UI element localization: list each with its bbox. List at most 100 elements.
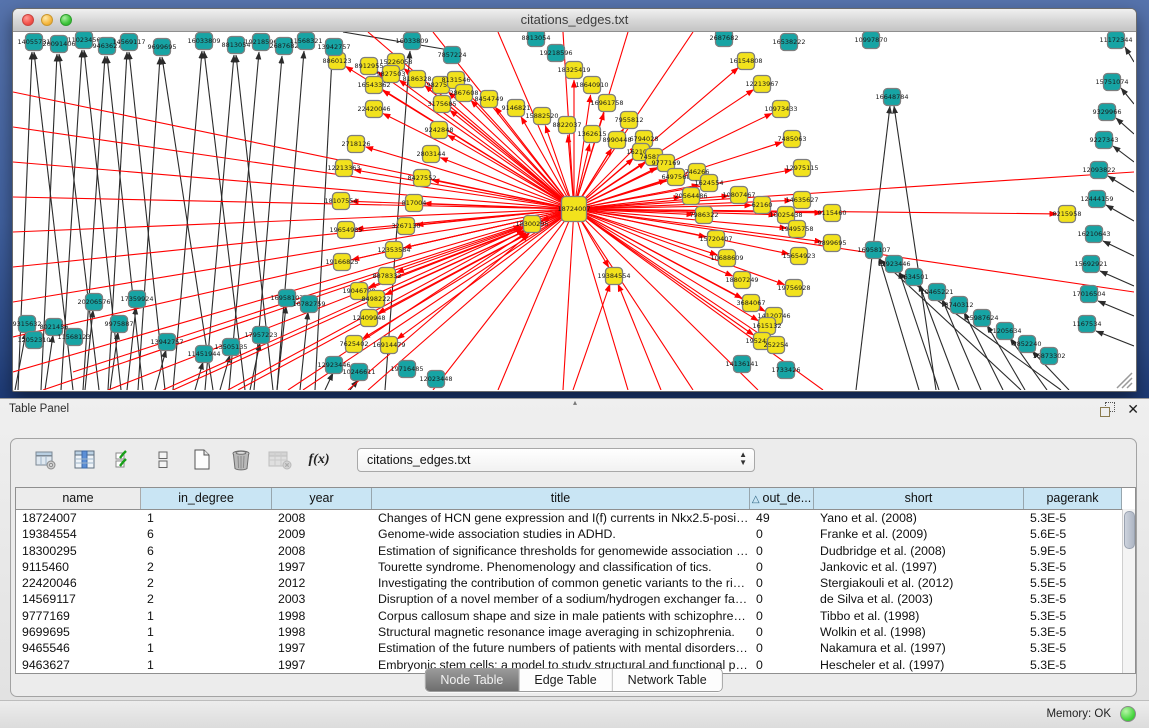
cell-title[interactable]: Tourette syndrome. Phenomenology and cla…: [372, 559, 750, 575]
cell-year[interactable]: 2009: [272, 526, 372, 542]
network-window-titlebar[interactable]: citations_edges.txt: [13, 9, 1136, 32]
cell-short[interactable]: Franke et al. (2009): [814, 526, 1024, 542]
delete-column-button[interactable]: [228, 448, 254, 472]
cell-out_de[interactable]: 0: [750, 559, 814, 575]
scrollbar-thumb[interactable]: [1124, 511, 1135, 549]
table-selector-dropdown[interactable]: citations_edges.txt ▲▼: [357, 448, 755, 472]
cell-out_de[interactable]: 0: [750, 591, 814, 607]
close-panel-icon[interactable]: ✕: [1127, 402, 1139, 417]
table-row[interactable]: 1872400712008Changes of HCN gene express…: [16, 510, 1135, 526]
cell-year[interactable]: 2012: [272, 575, 372, 591]
cell-year[interactable]: 2008: [272, 543, 372, 559]
cell-title[interactable]: Changes of HCN gene expression and I(f) …: [372, 510, 750, 526]
cell-in_degree[interactable]: 2: [141, 591, 272, 607]
cell-name[interactable]: 9115460: [16, 559, 141, 575]
cell-name[interactable]: 9465546: [16, 640, 141, 656]
cell-pagerank[interactable]: 5.3E-5: [1024, 559, 1122, 575]
float-panel-icon[interactable]: [1100, 402, 1115, 417]
cell-pagerank[interactable]: 5.9E-5: [1024, 543, 1122, 559]
cell-out_de[interactable]: 0: [750, 608, 814, 624]
table-row[interactable]: 1830029562008Estimation of significance …: [16, 543, 1135, 559]
table-row[interactable]: 1938455462009Genome-wide association stu…: [16, 526, 1135, 542]
cell-pagerank[interactable]: 5.3E-5: [1024, 657, 1122, 673]
cell-short[interactable]: Jankovic et al. (1997): [814, 559, 1024, 575]
cell-title[interactable]: Disruption of a novel member of a sodium…: [372, 591, 750, 607]
cell-year[interactable]: 1997: [272, 640, 372, 656]
table-row[interactable]: 1456911722003Disruption of a novel membe…: [16, 591, 1135, 607]
cell-name[interactable]: 14569117: [16, 591, 141, 607]
cell-in_degree[interactable]: 2: [141, 559, 272, 575]
cell-in_degree[interactable]: 1: [141, 624, 272, 640]
select-all-columns-button[interactable]: [111, 448, 137, 472]
cell-pagerank[interactable]: 5.3E-5: [1024, 640, 1122, 656]
cell-short[interactable]: Yano et al. (2008): [814, 510, 1024, 526]
cell-short[interactable]: Wolkin et al. (1998): [814, 624, 1024, 640]
table-row[interactable]: 911546021997Tourette syndrome. Phenomeno…: [16, 559, 1135, 575]
citation-network-graph[interactable]: 8860123891295515226058982750381863281654…: [13, 32, 1134, 390]
cell-title[interactable]: Estimation of significance thresholds fo…: [372, 543, 750, 559]
cell-in_degree[interactable]: 1: [141, 657, 272, 673]
function-builder-button[interactable]: f(x): [306, 448, 332, 472]
table-row[interactable]: 2242004622012Investigating the contribut…: [16, 575, 1135, 591]
delete-table-disabled-button[interactable]: [267, 448, 293, 472]
cell-name[interactable]: 19384554: [16, 526, 141, 542]
cell-year[interactable]: 1997: [272, 559, 372, 575]
table-row[interactable]: 946554611997Estimation of the future num…: [16, 640, 1135, 656]
cell-title[interactable]: Investigating the contribution of common…: [372, 575, 750, 591]
cell-name[interactable]: 9463627: [16, 657, 141, 673]
show-column-button[interactable]: [72, 448, 98, 472]
cell-pagerank[interactable]: 5.3E-5: [1024, 591, 1122, 607]
cell-pagerank[interactable]: 5.3E-5: [1024, 624, 1122, 640]
column-header-title[interactable]: title: [372, 488, 750, 509]
cell-title[interactable]: Estimation of the future numbers of pati…: [372, 640, 750, 656]
cell-in_degree[interactable]: 1: [141, 640, 272, 656]
window-resize-grip[interactable]: [1117, 373, 1132, 388]
unselect-columns-button[interactable]: [150, 448, 176, 472]
cell-name[interactable]: 18300295: [16, 543, 141, 559]
close-window-button[interactable]: [22, 14, 34, 26]
cell-in_degree[interactable]: 6: [141, 526, 272, 542]
cell-out_de[interactable]: 0: [750, 575, 814, 591]
column-header-name[interactable]: name: [16, 488, 141, 509]
column-header-pagerank[interactable]: pagerank: [1024, 488, 1122, 509]
minimize-window-button[interactable]: [41, 14, 53, 26]
table-settings-button[interactable]: [33, 448, 59, 472]
cell-short[interactable]: Nakamura et al. (1997): [814, 640, 1024, 656]
cell-name[interactable]: 18724007: [16, 510, 141, 526]
cell-year[interactable]: 2003: [272, 591, 372, 607]
table-row[interactable]: 977716911998Corpus callosum shape and si…: [16, 608, 1135, 624]
column-header-short[interactable]: short: [814, 488, 1024, 509]
network-canvas[interactable]: 8860123891295515226058982750381863281654…: [13, 32, 1134, 390]
cell-in_degree[interactable]: 1: [141, 510, 272, 526]
cell-title[interactable]: Genome-wide association studies in ADHD.: [372, 526, 750, 542]
tab-node-table[interactable]: Node Table: [425, 669, 519, 691]
cell-title[interactable]: Structural magnetic resonance image aver…: [372, 624, 750, 640]
cell-pagerank[interactable]: 5.6E-5: [1024, 526, 1122, 542]
new-document-button[interactable]: [189, 448, 215, 472]
column-header-out_de[interactable]: △out_de...: [750, 488, 814, 509]
cell-in_degree[interactable]: 6: [141, 543, 272, 559]
cell-short[interactable]: Stergiakouli et al. (2012): [814, 575, 1024, 591]
cell-pagerank[interactable]: 5.5E-5: [1024, 575, 1122, 591]
tab-edge-table[interactable]: Edge Table: [519, 669, 612, 691]
memory-status-indicator[interactable]: [1120, 706, 1136, 722]
cell-in_degree[interactable]: 2: [141, 575, 272, 591]
cell-out_de[interactable]: 49: [750, 510, 814, 526]
table-row[interactable]: 969969511998Structural magnetic resonanc…: [16, 624, 1135, 640]
column-header-year[interactable]: year: [272, 488, 372, 509]
table-vertical-scrollbar[interactable]: [1122, 509, 1135, 673]
cell-year[interactable]: 1997: [272, 657, 372, 673]
cell-year[interactable]: 1998: [272, 608, 372, 624]
cell-name[interactable]: 9777169: [16, 608, 141, 624]
zoom-window-button[interactable]: [60, 14, 72, 26]
cell-in_degree[interactable]: 1: [141, 608, 272, 624]
cell-pagerank[interactable]: 5.3E-5: [1024, 510, 1122, 526]
cell-name[interactable]: 9699695: [16, 624, 141, 640]
tab-network-table[interactable]: Network Table: [613, 669, 722, 691]
cell-out_de[interactable]: 0: [750, 624, 814, 640]
cell-out_de[interactable]: 0: [750, 640, 814, 656]
cell-year[interactable]: 1998: [272, 624, 372, 640]
cell-out_de[interactable]: 0: [750, 526, 814, 542]
cell-out_de[interactable]: 0: [750, 657, 814, 673]
cell-name[interactable]: 22420046: [16, 575, 141, 591]
